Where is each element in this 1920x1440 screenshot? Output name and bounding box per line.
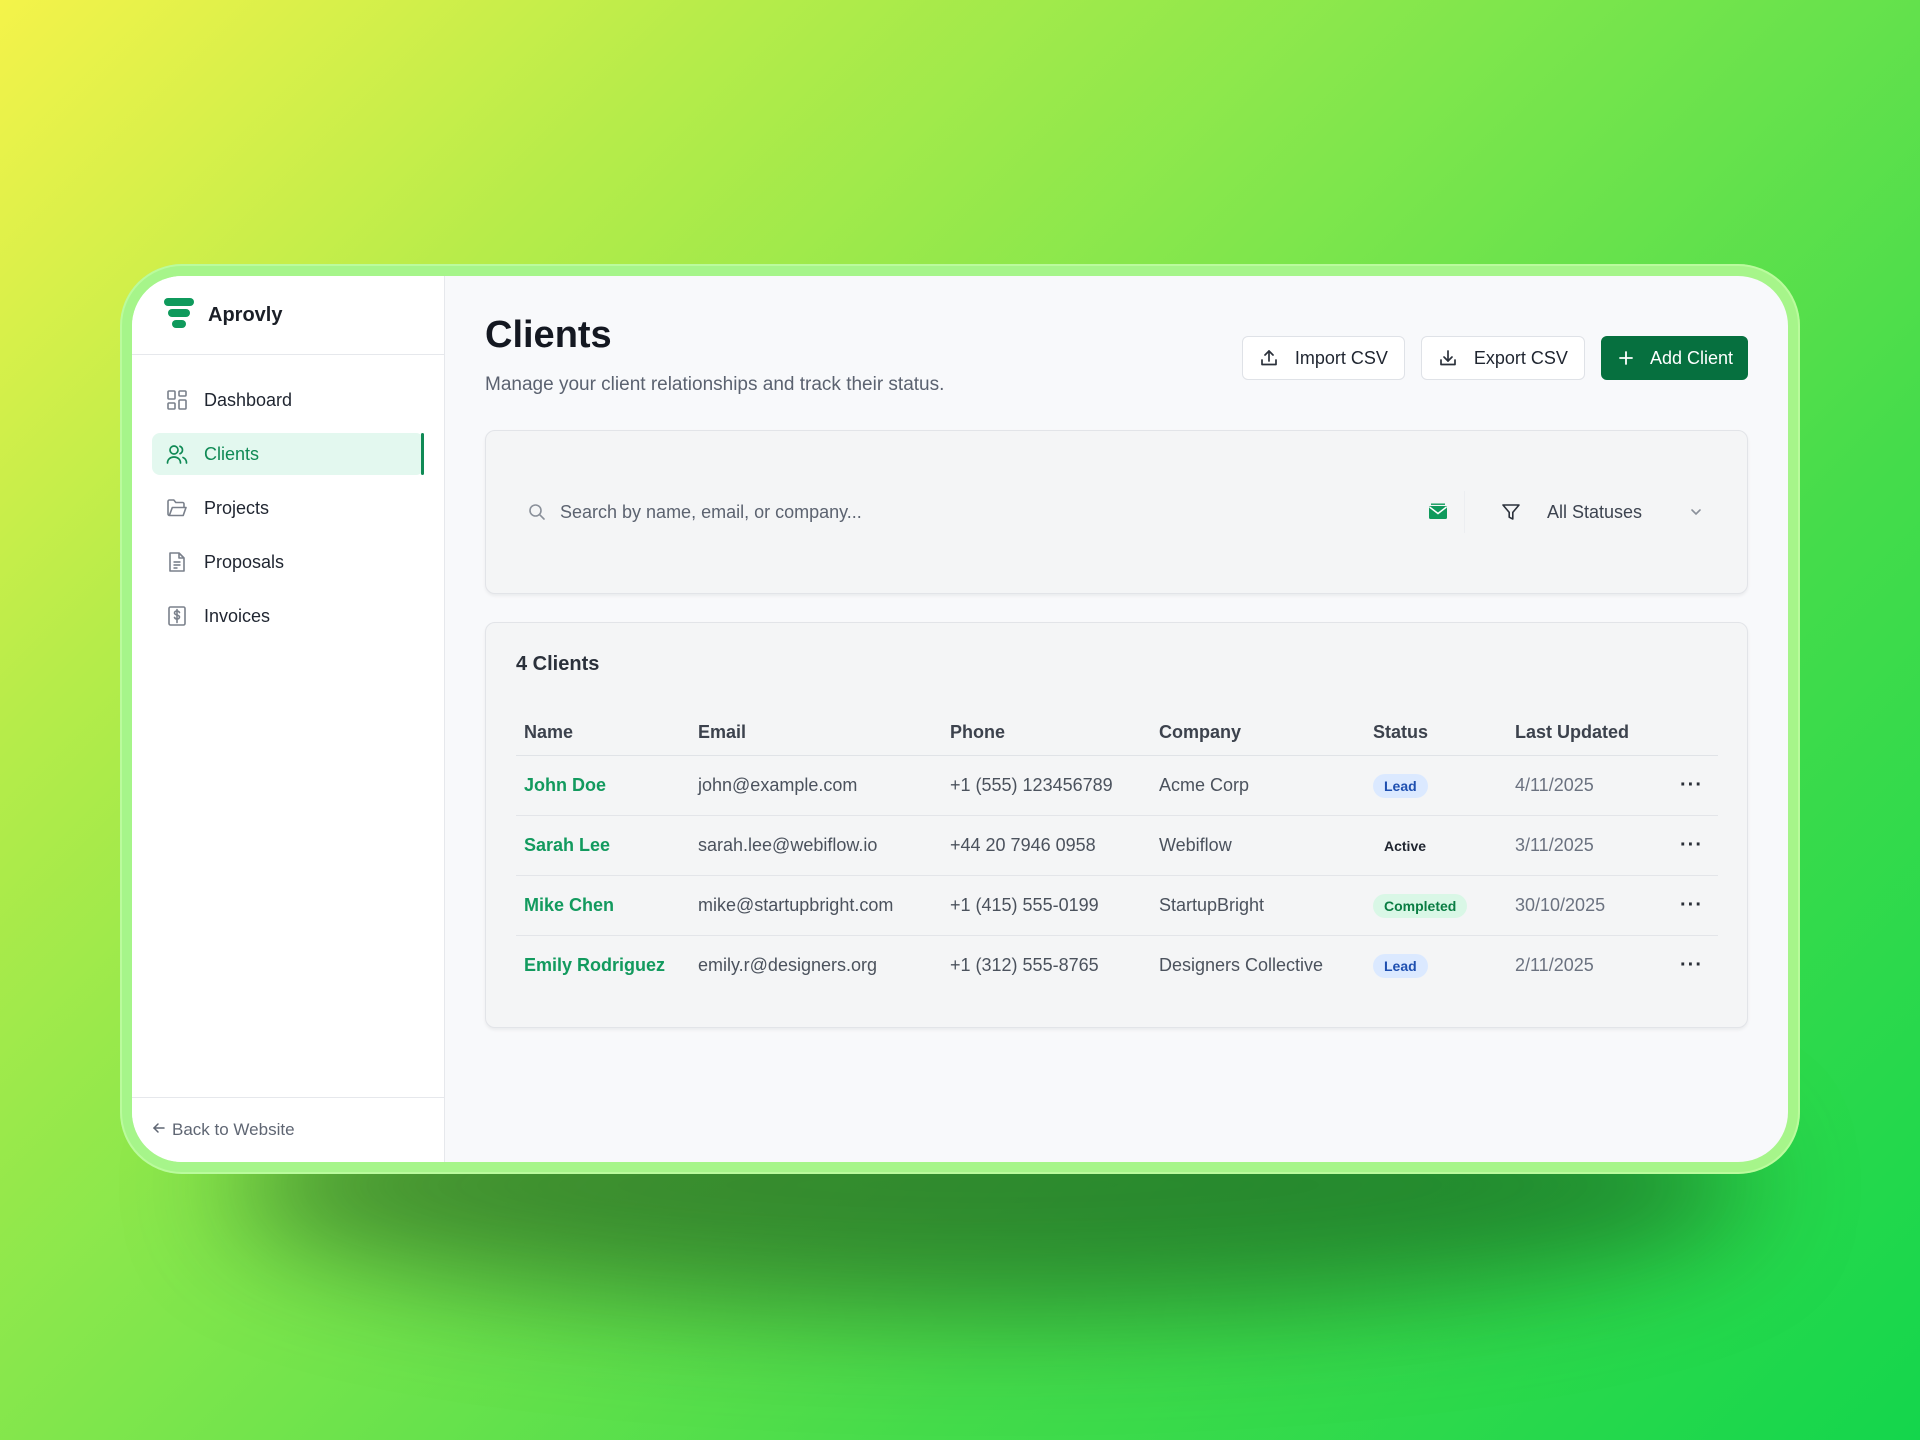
upload-icon (1259, 348, 1279, 368)
export-csv-label: Export CSV (1473, 347, 1568, 368)
status-badge: Completed (1373, 893, 1468, 918)
client-company: Designers Collective (1159, 955, 1324, 975)
header-actions: Import CSV Export CSV Add Client (1241, 336, 1748, 380)
aprovly-logo-icon (164, 298, 194, 332)
client-email: emily.r@designers.org (698, 955, 877, 975)
plus-icon (1618, 350, 1634, 366)
table-row[interactable]: John Doe john@example.com +1 (555) 12345… (516, 755, 1718, 816)
back-label: Back to Website (172, 1120, 295, 1139)
chevron-down-icon (1689, 505, 1703, 519)
client-phone: +1 (555) 123456789 (942, 755, 1151, 816)
document-icon (166, 551, 188, 573)
sidebar-item-invoices[interactable]: Invoices (152, 595, 424, 637)
search-box[interactable] (516, 491, 1465, 533)
import-csv-label: Import CSV (1294, 347, 1388, 368)
row-actions-button[interactable]: ··· (1657, 815, 1718, 876)
client-status-cell: Lead (1365, 755, 1507, 816)
app-window: Aprovly Dashboard Clients Projects Propo… (132, 276, 1788, 1162)
client-last-updated: 2/11/2025 (1515, 955, 1594, 975)
client-email: mike@startupbright.com (690, 875, 942, 936)
search-input[interactable] (558, 500, 1382, 524)
table-header-row: Name Email Phone Company Status Last Upd… (516, 709, 1718, 756)
status-badge: Active (1384, 837, 1427, 854)
client-status-cell: Lead (1365, 936, 1507, 996)
filter-icon (1501, 502, 1521, 522)
sidebar-item-proposals[interactable]: Proposals (152, 541, 424, 583)
client-email: sarah.lee@webiflow.io (690, 815, 942, 876)
sidebar-nav: Dashboard Clients Projects Proposals Inv… (132, 355, 444, 637)
client-name-link[interactable]: John Doe (516, 755, 690, 816)
table-row[interactable]: Emily Rodriguez emily.r@designers.org +1… (516, 936, 1718, 996)
column-header-company[interactable]: Company (1151, 709, 1365, 756)
folder-icon (166, 497, 188, 519)
sidebar-item-label: Proposals (204, 551, 285, 572)
filter-card: All Statuses (485, 430, 1748, 594)
row-actions-button[interactable]: ··· (1657, 936, 1718, 996)
sidebar-item-label: Projects (204, 497, 270, 518)
brand-name: Aprovly (208, 303, 283, 326)
column-header-phone[interactable]: Phone (942, 709, 1151, 756)
add-client-button[interactable]: Add Client (1600, 336, 1748, 380)
clients-table-card: 4 Clients Name Email Phone Company Statu… (485, 622, 1748, 1028)
sidebar: Aprovly Dashboard Clients Projects Propo… (132, 276, 445, 1162)
client-phone: +1 (312) 555-8765 (950, 955, 1099, 975)
client-company: Acme Corp (1151, 755, 1365, 816)
sidebar-item-clients[interactable]: Clients (152, 433, 424, 475)
mail-icon[interactable] (1428, 503, 1448, 521)
row-actions-button[interactable]: ··· (1657, 755, 1718, 816)
import-csv-button[interactable]: Import CSV (1241, 336, 1405, 380)
client-phone: +44 20 7946 0958 (942, 815, 1151, 876)
sidebar-item-label: Dashboard (204, 389, 293, 410)
client-company: Webiflow (1151, 815, 1365, 876)
download-icon (1438, 348, 1458, 368)
status-filter-select[interactable]: All Statuses (1489, 491, 1717, 533)
sidebar-item-dashboard[interactable]: Dashboard (152, 379, 424, 421)
clients-table: Name Email Phone Company Status Last Upd… (516, 709, 1718, 995)
client-name-link[interactable]: Emily Rodriguez (516, 936, 690, 996)
client-name-link[interactable]: Mike Chen (516, 875, 690, 936)
client-status-cell: Completed (1365, 875, 1507, 936)
back-to-website-link[interactable]: Back to Website (132, 1097, 444, 1162)
client-count: 4 Clients (516, 653, 600, 675)
users-icon (166, 443, 188, 465)
arrow-left-icon (152, 1120, 166, 1140)
page-title: Clients (485, 314, 612, 356)
main-content: Clients Manage your client relationships… (445, 276, 1788, 1162)
sidebar-item-label: Clients (204, 443, 260, 464)
table-row[interactable]: Mike Chen mike@startupbright.com +1 (415… (516, 875, 1718, 936)
status-filter-value: All Statuses (1547, 501, 1643, 522)
client-status-cell: Active (1365, 815, 1507, 876)
sidebar-item-projects[interactable]: Projects (152, 487, 424, 529)
client-phone: +1 (415) 555-0199 (942, 875, 1151, 936)
status-badge: Lead (1373, 773, 1428, 798)
column-header-email[interactable]: Email (690, 709, 942, 756)
column-header-name[interactable]: Name (516, 709, 690, 756)
client-last-updated: 4/11/2025 (1507, 755, 1657, 816)
client-last-updated: 3/11/2025 (1507, 815, 1657, 876)
client-name-link[interactable]: Sarah Lee (516, 815, 690, 876)
search-icon (528, 503, 546, 521)
client-email: john@example.com (690, 755, 942, 816)
column-header-actions (1657, 709, 1718, 756)
column-header-status[interactable]: Status (1365, 709, 1507, 756)
brand[interactable]: Aprovly (132, 276, 444, 355)
page-subtitle: Manage your client relationships and tra… (485, 374, 945, 395)
client-last-updated: 30/10/2025 (1507, 875, 1657, 936)
export-csv-button[interactable]: Export CSV (1420, 336, 1585, 380)
add-client-label: Add Client (1649, 347, 1733, 368)
column-header-last-updated[interactable]: Last Updated (1507, 709, 1657, 756)
sidebar-item-label: Invoices (204, 605, 271, 626)
status-badge: Lead (1373, 953, 1428, 978)
dashboard-icon (166, 389, 188, 411)
dollar-receipt-icon (166, 605, 188, 627)
client-company: StartupBright (1151, 875, 1365, 936)
table-row[interactable]: Sarah Lee sarah.lee@webiflow.io +44 20 7… (516, 815, 1718, 876)
row-actions-button[interactable]: ··· (1657, 875, 1718, 936)
